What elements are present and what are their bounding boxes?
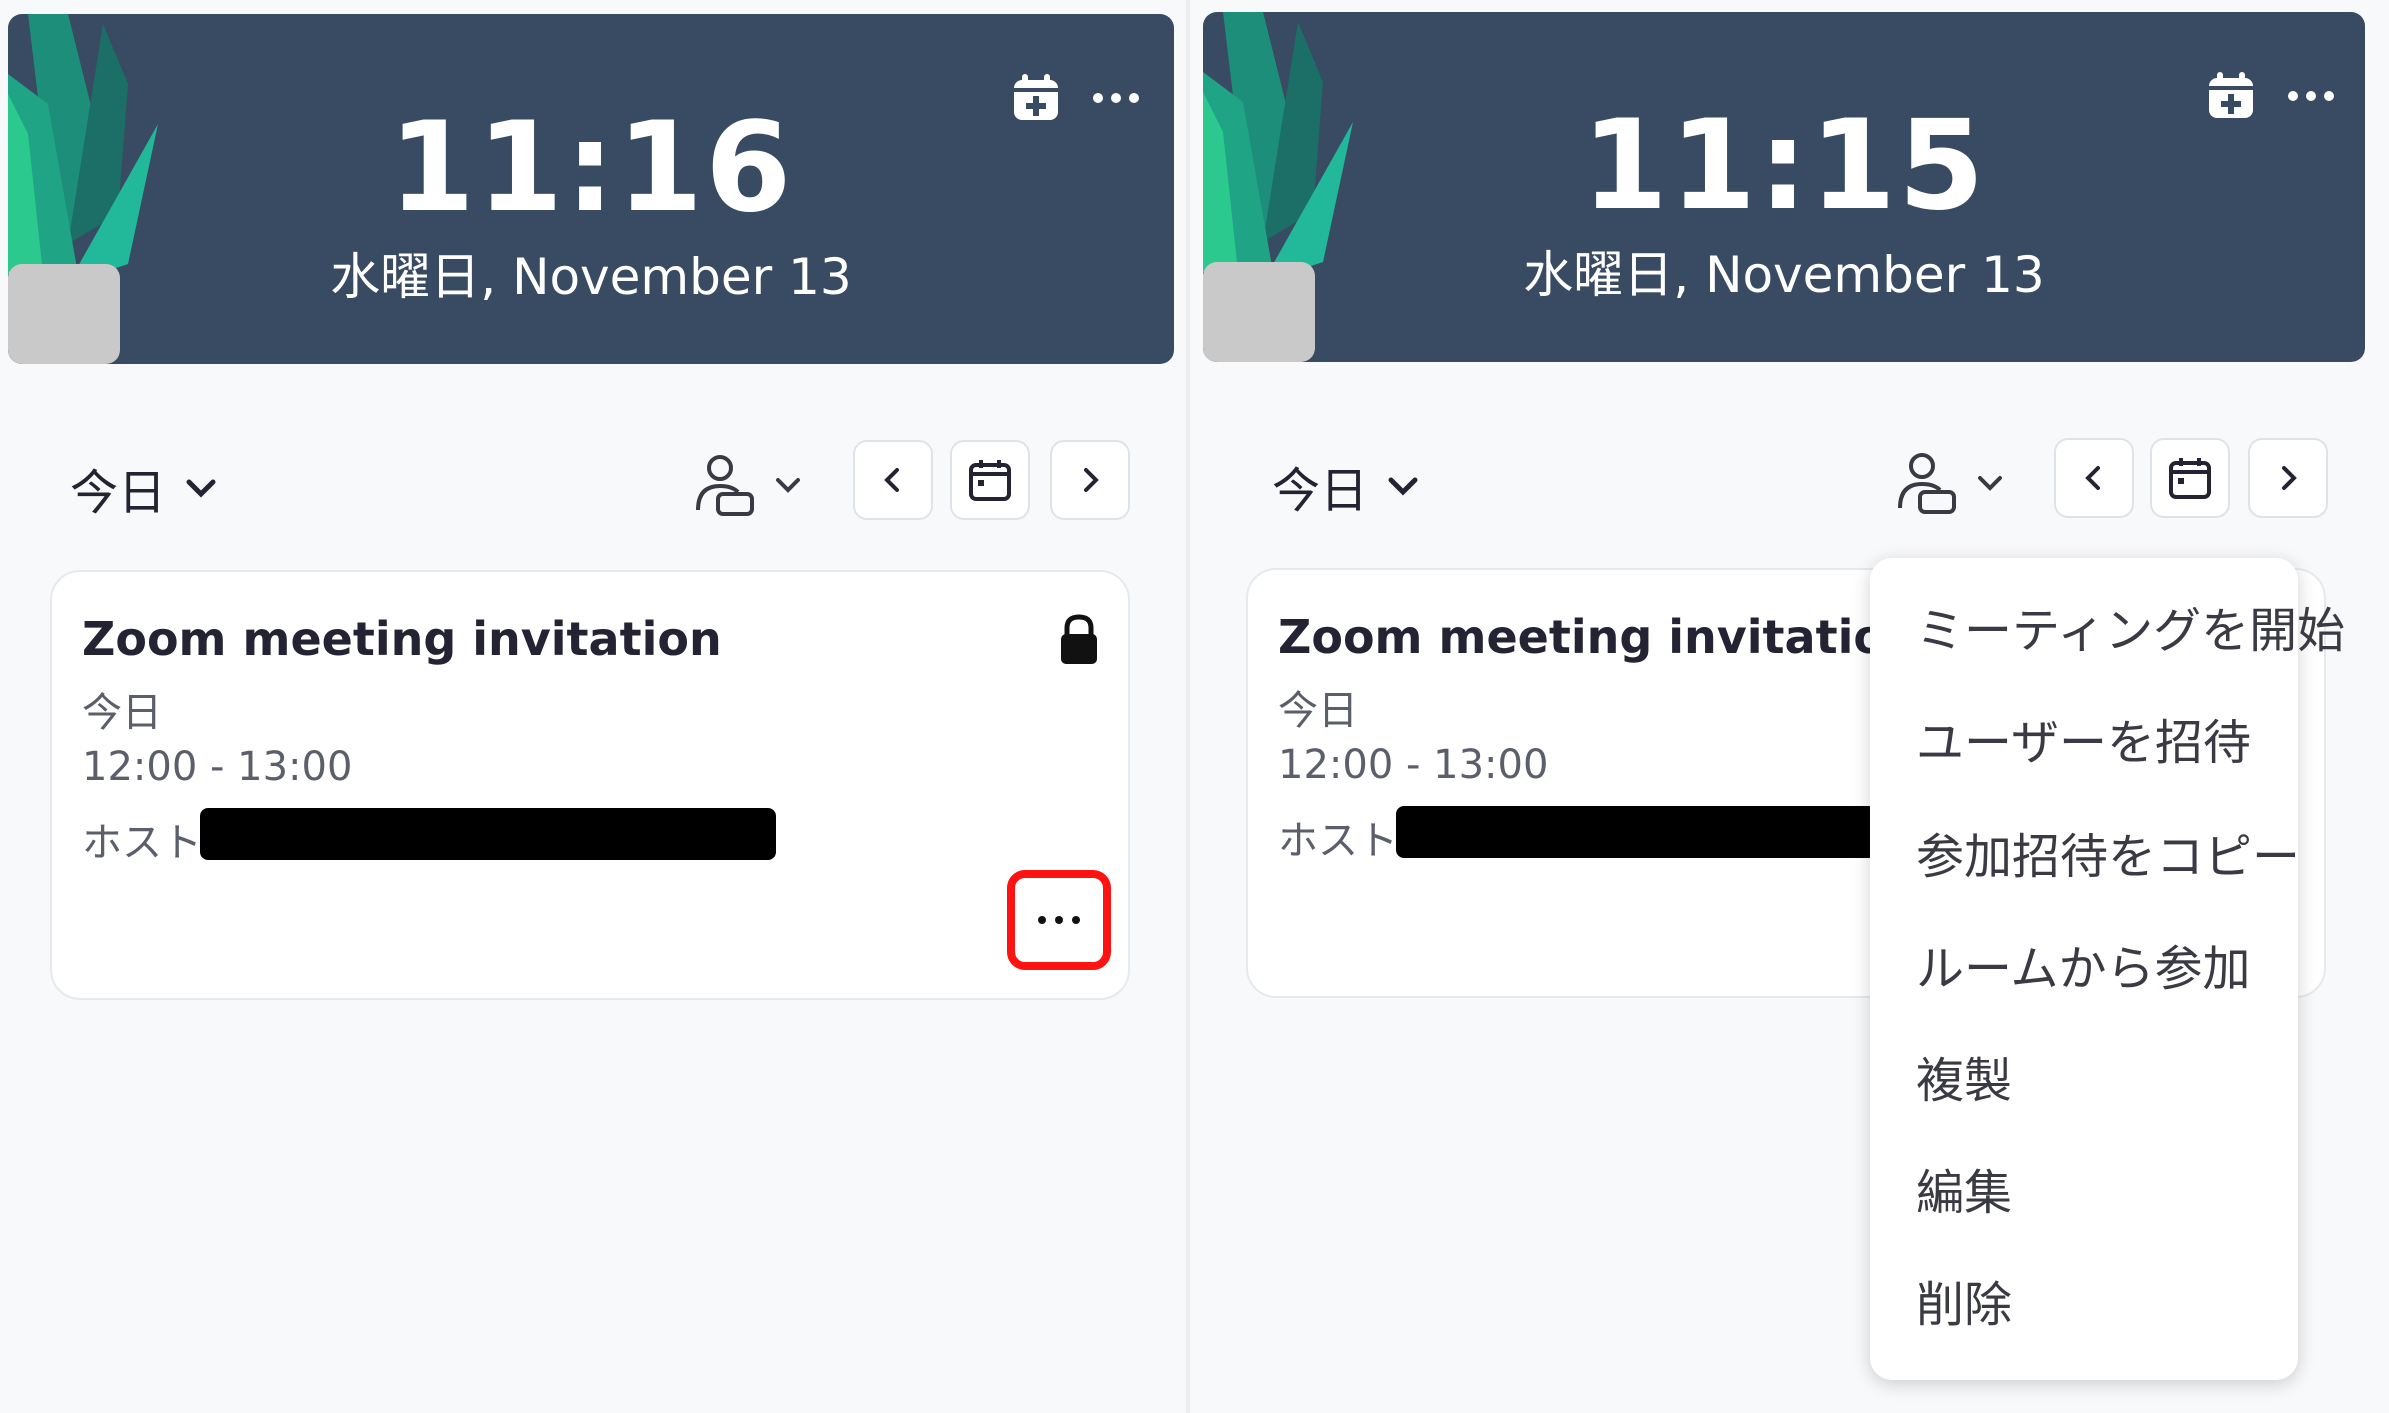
meeting-day: 今日 xyxy=(82,690,162,736)
user-filter-icon[interactable] xyxy=(1890,450,2010,520)
menu-item-duplicate[interactable]: 複製 xyxy=(1916,1046,2012,1116)
clock-time: 11:15 xyxy=(1581,94,1987,238)
more-options-icon xyxy=(1038,916,1080,924)
calendar-button[interactable] xyxy=(2150,438,2230,518)
today-label: 今日 xyxy=(70,465,167,521)
more-options-icon[interactable] xyxy=(2283,68,2339,124)
lock-icon xyxy=(1061,614,1097,664)
chevron-left-icon xyxy=(2085,466,2100,490)
chevron-right-icon xyxy=(2282,466,2297,490)
menu-item-copy-invitation[interactable]: 参加招待をコピー xyxy=(1916,822,2300,892)
menu-item-invite-users[interactable]: ユーザーを招待 xyxy=(1916,708,2251,778)
left-panel: 11:16 水曜日, November 13 今日 Zoom meeting i… xyxy=(0,0,1186,1413)
clock-header: 11:15 水曜日, November 13 xyxy=(1203,12,2365,362)
menu-item-start-meeting[interactable]: ミーティングを開始 xyxy=(1916,596,2345,666)
meeting-title: Zoom meeting invitation xyxy=(82,612,722,666)
meeting-host-label: ホスト: xyxy=(1278,818,1412,864)
calendar-icon xyxy=(2169,458,2211,499)
redacted-host xyxy=(200,808,776,860)
meeting-time: 12:00 - 13:00 xyxy=(1278,742,1549,788)
chevron-down-icon xyxy=(186,479,216,498)
menu-item-join-from-room[interactable]: ルームから参加 xyxy=(1916,934,2251,1004)
previous-day-button[interactable] xyxy=(2054,438,2134,518)
calendar-add-icon[interactable] xyxy=(1008,70,1064,126)
clock-date: 水曜日, November 13 xyxy=(330,248,852,306)
today-dropdown[interactable]: 今日 xyxy=(1272,446,1420,526)
menu-item-delete[interactable]: 削除 xyxy=(1916,1270,2012,1340)
calendar-add-icon[interactable] xyxy=(2203,68,2259,124)
today-dropdown[interactable]: 今日 xyxy=(70,448,218,528)
menu-item-edit[interactable]: 編集 xyxy=(1916,1158,2012,1228)
clock-date: 水曜日, November 13 xyxy=(1523,246,2045,304)
meeting-host-label: ホスト: xyxy=(82,820,216,866)
chevron-down-icon xyxy=(1388,477,1418,496)
calendar-icon xyxy=(969,460,1011,501)
today-label: 今日 xyxy=(1272,463,1369,519)
previous-day-button[interactable] xyxy=(853,440,933,520)
meeting-title: Zoom meeting invitation xyxy=(1278,610,1918,664)
meeting-context-menu: ミーティングを開始 ユーザーを招待 参加招待をコピー ルームから参加 複製 編集… xyxy=(1870,558,2345,1380)
meeting-card[interactable]: Zoom meeting invitation 今日 12:00 - 13:00… xyxy=(50,570,1130,1000)
chevron-right-icon xyxy=(1084,468,1099,492)
meeting-more-button[interactable] xyxy=(1007,870,1111,970)
next-day-button[interactable] xyxy=(2248,438,2328,518)
meeting-time: 12:00 - 13:00 xyxy=(82,744,353,790)
clock-time: 11:16 xyxy=(388,96,794,240)
chevron-left-icon xyxy=(884,468,899,492)
calendar-button[interactable] xyxy=(950,440,1030,520)
meeting-day: 今日 xyxy=(1278,688,1358,734)
user-filter-icon[interactable] xyxy=(688,452,808,522)
clock-header: 11:16 水曜日, November 13 xyxy=(8,14,1174,364)
next-day-button[interactable] xyxy=(1050,440,1130,520)
more-options-icon[interactable] xyxy=(1088,70,1144,126)
redacted-host xyxy=(1396,806,1876,858)
